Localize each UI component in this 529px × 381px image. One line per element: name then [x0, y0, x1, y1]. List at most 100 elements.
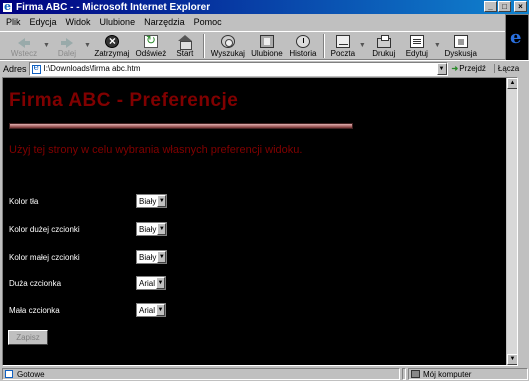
address-dropdown-icon[interactable]: ▼ — [436, 62, 447, 75]
history-label: Historia — [289, 49, 317, 58]
page-icon — [5, 370, 13, 378]
window-controls: _ □ × — [484, 1, 527, 12]
forward-arrow-icon — [60, 35, 74, 48]
print-button[interactable]: Drukuj — [367, 32, 401, 59]
large-font-select[interactable]: Arial ▼ — [136, 276, 167, 290]
pref-row-large-font: Duża czcionka Arial ▼ — [9, 276, 167, 290]
mail-dropdown-icon[interactable]: ▼ — [359, 42, 366, 49]
intro-text: Użyj tej strony w celu wybrania własnych… — [9, 144, 303, 156]
large-font-color-select[interactable]: Biały ▼ — [136, 222, 168, 236]
ie-logo-icon: e — [510, 27, 522, 48]
back-button[interactable]: Wstecz — [6, 32, 42, 59]
menu-file[interactable]: Plik — [6, 17, 21, 27]
pref-label: Kolor małej czcionki — [9, 252, 80, 262]
ie-throbber: e — [505, 14, 529, 61]
maximize-button[interactable]: □ — [498, 1, 511, 12]
small-font-select[interactable]: Arial ▼ — [136, 303, 167, 317]
home-button[interactable]: Start — [170, 32, 200, 59]
chevron-down-icon: ▼ — [157, 251, 167, 263]
forward-label: Dalej — [57, 49, 77, 58]
chevron-down-icon: ▼ — [156, 304, 166, 316]
small-font-color-select[interactable]: Biały ▼ — [136, 250, 168, 264]
edit-dropdown-icon[interactable]: ▼ — [434, 42, 441, 49]
go-arrow-icon: ➜ — [451, 64, 459, 73]
background-color-select[interactable]: Biały ▼ — [136, 194, 168, 208]
discuss-label: Dyskusja — [444, 49, 477, 58]
go-label: Przejdź — [459, 64, 486, 73]
edit-label: Edytuj — [405, 49, 428, 58]
toolbar-separator — [202, 33, 205, 58]
home-icon — [177, 35, 192, 50]
back-arrow-icon — [17, 35, 31, 48]
scroll-up-icon[interactable]: ▲ — [507, 78, 517, 89]
pref-label: Duża czcionka — [9, 278, 62, 288]
menu-help[interactable]: Pomoc — [194, 17, 222, 27]
refresh-button[interactable]: Odśwież — [132, 32, 170, 59]
zone-text: Mój komputer — [423, 369, 472, 379]
forward-button[interactable]: Dalej — [51, 32, 83, 59]
minimize-button[interactable]: _ — [484, 1, 497, 12]
chevron-down-icon: ▼ — [157, 223, 167, 235]
toolbar-separator — [322, 33, 325, 58]
search-button[interactable]: Wyszukaj — [208, 32, 248, 59]
home-label: Start — [176, 49, 194, 58]
status-main: Gotowe — [2, 368, 400, 380]
select-value: Arial — [139, 305, 156, 315]
mail-label: Poczta — [330, 49, 356, 58]
chevron-down-icon: ▼ — [157, 195, 167, 207]
refresh-icon — [143, 33, 158, 48]
ie-icon — [2, 0, 13, 13]
stop-label: Zatrzymaj — [94, 49, 130, 58]
close-button[interactable]: × — [514, 1, 527, 12]
save-button[interactable]: Zapisz — [8, 330, 48, 345]
page-title: Firma ABC - Preferencje — [9, 90, 239, 111]
menu-favorites[interactable]: Ulubione — [100, 17, 136, 27]
favorites-label: Ulubione — [251, 49, 283, 58]
address-input[interactable]: I:\Downloads\firma abc.htm ▼ — [28, 61, 448, 76]
status-text: Gotowe — [17, 369, 45, 379]
pref-label: Mała czcionka — [9, 305, 60, 315]
pref-row-background: Kolor tła Biały ▼ — [9, 194, 168, 208]
status-cell — [402, 368, 406, 380]
toolbar: Wstecz ▼ Dalej ▼ Zatrzymaj Odśwież Start… — [0, 31, 505, 60]
forward-dropdown-icon[interactable]: ▼ — [84, 42, 91, 49]
status-zone: Mój komputer — [408, 368, 528, 380]
vertical-scrollbar[interactable]: ▲ ▼ — [506, 78, 517, 365]
discuss-button[interactable]: Dyskusja — [442, 32, 480, 59]
scroll-down-icon[interactable]: ▼ — [507, 354, 517, 365]
pref-label: Kolor tła — [9, 196, 39, 206]
address-bar: Adres I:\Downloads\firma abc.htm ▼ ➜ Prz… — [0, 60, 529, 76]
mail-button[interactable]: Poczta — [328, 32, 358, 59]
history-button[interactable]: Historia — [286, 32, 320, 59]
print-label: Drukuj — [372, 49, 396, 58]
select-value: Biały — [139, 252, 157, 262]
page-icon — [31, 63, 41, 74]
back-dropdown-icon[interactable]: ▼ — [43, 42, 50, 49]
menu-view[interactable]: Widok — [66, 17, 91, 27]
select-value: Arial — [139, 278, 156, 288]
status-bar: Gotowe Mój komputer — [0, 367, 529, 381]
page-content: Firma ABC - Preferencje Użyj tej strony … — [2, 77, 518, 366]
pref-row-large-font-color: Kolor dużej czcionki Biały ▼ — [9, 222, 168, 236]
pref-label: Kolor dużej czcionki — [9, 224, 80, 234]
pref-row-small-font-color: Kolor małej czcionki Biały ▼ — [9, 250, 168, 264]
favorites-icon — [259, 35, 274, 48]
menu-edit[interactable]: Edycja — [30, 17, 57, 27]
menu-bar: Plik Edycja Widok Ulubione Narzędzia Pom… — [0, 14, 529, 30]
search-icon — [220, 35, 235, 48]
links-button[interactable]: Łącza — [493, 64, 519, 73]
window-title-bar[interactable]: Firma ABC - - Microsoft Internet Explore… — [0, 0, 529, 14]
select-value: Biały — [139, 196, 157, 206]
history-icon — [295, 35, 310, 48]
window-title: Firma ABC - - Microsoft Internet Explore… — [16, 1, 211, 13]
back-label: Wstecz — [10, 49, 38, 58]
horizontal-rule — [9, 123, 353, 129]
menu-tools[interactable]: Narzędzia — [144, 17, 185, 27]
stop-button[interactable]: Zatrzymaj — [92, 32, 132, 59]
go-button[interactable]: ➜ Przejdź — [452, 64, 486, 73]
favorites-button[interactable]: Ulubione — [248, 32, 286, 59]
select-value: Biały — [139, 224, 157, 234]
edit-button[interactable]: Edytuj — [401, 32, 433, 59]
mail-icon — [335, 35, 350, 48]
search-label: Wyszukaj — [210, 49, 245, 58]
